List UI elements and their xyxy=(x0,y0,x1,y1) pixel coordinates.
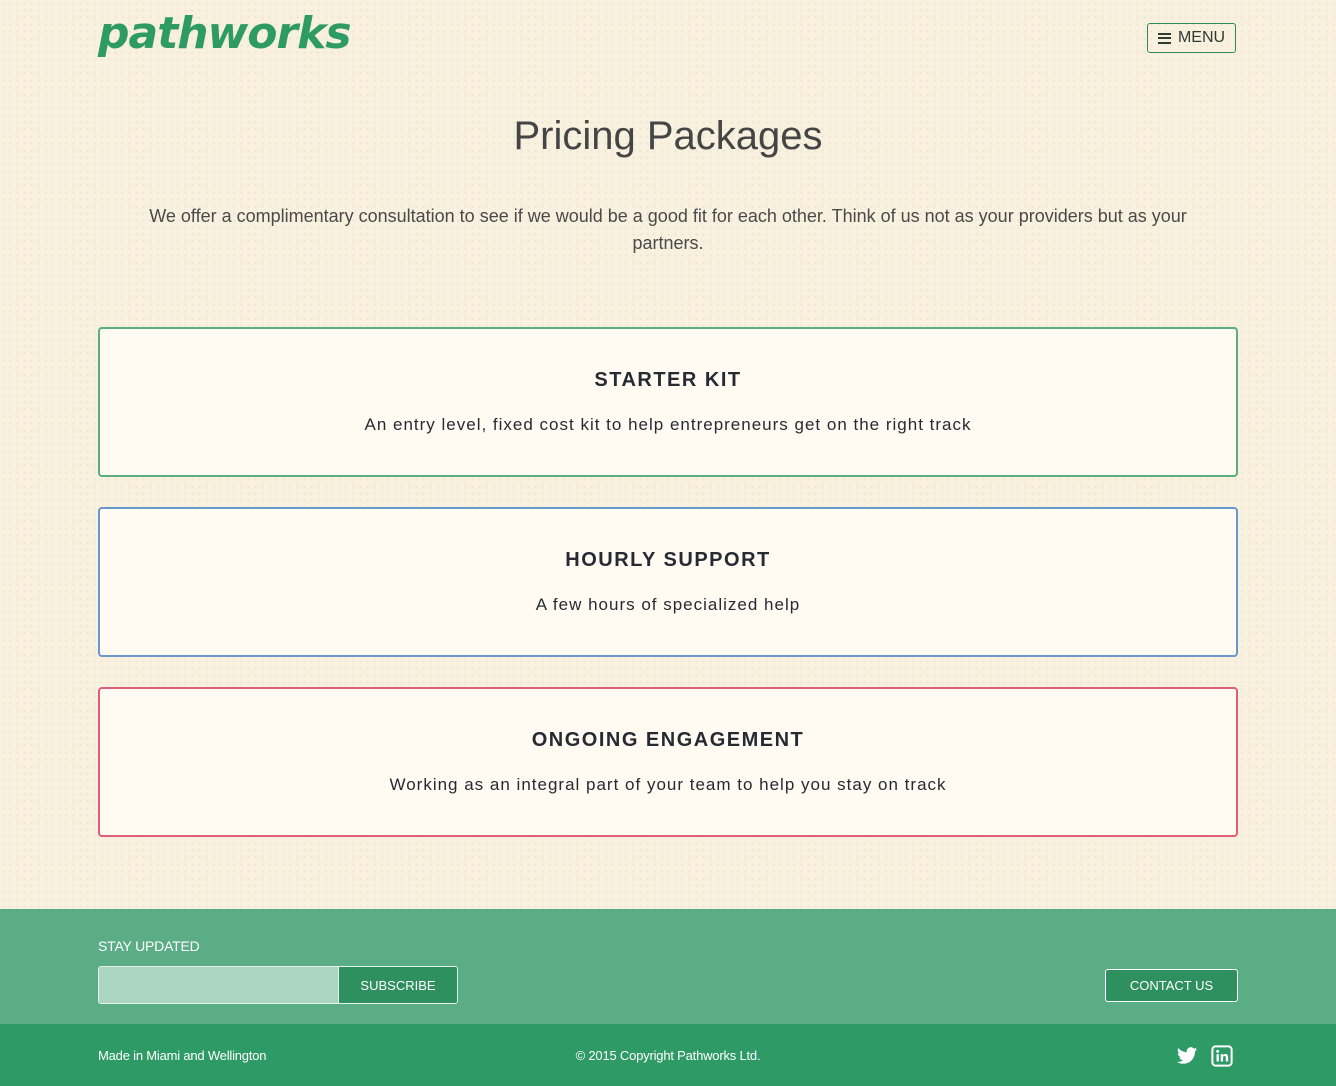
package-description: A few hours of specialized help xyxy=(535,595,801,614)
package-card-ongoing-engagement[interactable]: ONGOING ENGAGEMENT Working as an integra… xyxy=(98,687,1238,837)
hamburger-icon xyxy=(1157,32,1171,44)
package-title: STARTER KIT xyxy=(594,369,742,391)
stay-updated-label: STAY UPDATED xyxy=(98,938,200,954)
package-title: ONGOING ENGAGEMENT xyxy=(531,729,805,751)
subscribe-button[interactable]: SUBSCRIBE xyxy=(338,967,457,1003)
package-title: HOURLY SUPPORT xyxy=(565,549,771,571)
package-description: An entry level, fixed cost kit to help e… xyxy=(364,415,972,434)
page-title: Pricing Packages xyxy=(513,114,823,158)
pathworks-logo[interactable]: pathworks xyxy=(98,8,352,59)
package-description: Working as an integral part of your team… xyxy=(389,775,947,794)
contact-us-button[interactable]: CONTACT US xyxy=(1105,969,1238,1002)
menu-button[interactable]: MENU xyxy=(1147,23,1236,53)
twitter-icon[interactable] xyxy=(1176,1045,1198,1067)
package-card-hourly-support[interactable]: HOURLY SUPPORT A few hours of specialize… xyxy=(98,507,1238,657)
menu-label: MENU xyxy=(1177,29,1226,46)
subscribe-form: SUBSCRIBE xyxy=(98,966,458,1004)
intro-text: We offer a complimentary consultation to… xyxy=(149,206,1187,253)
email-input[interactable] xyxy=(99,967,338,1003)
bottom-footer: Made in Miami and Wellington © 2015 Copy… xyxy=(0,1024,1336,1086)
copyright-text: © 2015 Copyright Pathworks Ltd. xyxy=(575,1048,761,1063)
package-card-starter-kit[interactable]: STARTER KIT An entry level, fixed cost k… xyxy=(98,327,1238,477)
linkedin-icon[interactable] xyxy=(1211,1045,1233,1067)
newsletter-footer: STAY UPDATED SUBSCRIBE CONTACT US xyxy=(0,909,1336,1024)
